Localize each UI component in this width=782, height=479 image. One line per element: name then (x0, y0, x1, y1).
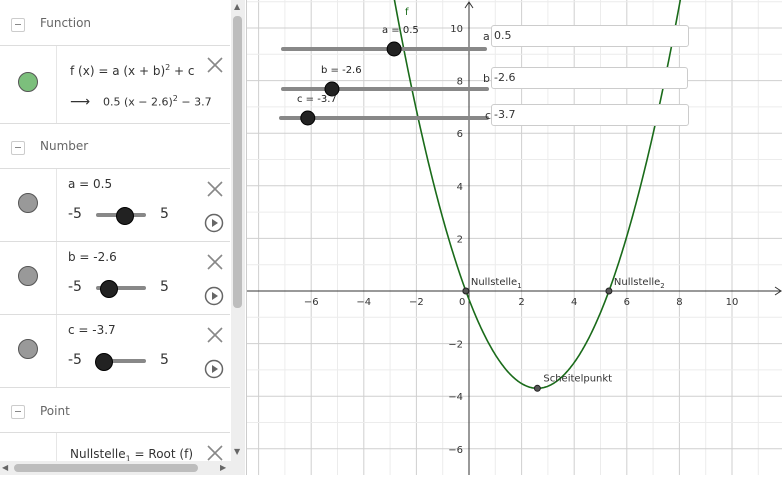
slider-knob[interactable] (115, 207, 134, 225)
point-label: Nullstelle2 (614, 277, 665, 290)
function-item[interactable]: f (x) = a (x + b)2 + c ⟶ 0.5 (x − 2.6)2 … (0, 46, 230, 124)
slider-knob[interactable] (94, 353, 113, 371)
collapse-toggle[interactable] (11, 18, 25, 32)
x-tick-label: −6 (304, 297, 319, 308)
input-box-a[interactable]: 0.5 (491, 25, 689, 47)
slider-track[interactable] (96, 207, 146, 225)
divider (56, 169, 57, 241)
y-tick-label: 8 (457, 77, 463, 88)
x-tick-label: −2 (409, 297, 424, 308)
number-item-c[interactable]: c = -3.7 -5 5 (0, 315, 230, 388)
x-tick-label: 8 (676, 297, 682, 308)
point-marker (533, 384, 541, 392)
x-tick-label: 6 (624, 297, 630, 308)
y-tick-label: −2 (448, 340, 463, 351)
y-tick-label: −4 (448, 392, 463, 403)
divider (56, 46, 57, 123)
slider-max: 5 (160, 352, 169, 368)
input-box-b[interactable]: -2.6 (491, 67, 688, 89)
delete-icon[interactable] (206, 444, 224, 462)
x-tick-label: 10 (726, 297, 739, 308)
group-header-number[interactable]: Number (0, 124, 230, 169)
slider-knob[interactable] (100, 280, 118, 298)
group-header-point[interactable]: Point (0, 388, 230, 433)
x-tick-label: 0 (459, 297, 465, 308)
play-icon[interactable] (204, 213, 224, 233)
y-tick-label: 10 (450, 24, 463, 35)
slider-min: -5 (68, 206, 82, 222)
y-tick-label: 2 (457, 234, 463, 245)
graphics-view[interactable]: −6 −4 −2 0 2 4 6 8 10 10 8 6 4 2 −2 −4 −6 f Nullstelle1 N… (246, 0, 782, 475)
slider-label-c: c = -3.7 (297, 94, 337, 105)
slider-max: 5 (160, 279, 169, 295)
number-label[interactable]: c = -3.7 (68, 323, 116, 337)
point-marker (462, 287, 470, 295)
slider-knob-c[interactable] (300, 110, 316, 126)
x-tick-label: 2 (518, 297, 524, 308)
vertical-scrollbar[interactable]: ▲ ▼ (231, 0, 245, 461)
visibility-toggle-a[interactable] (18, 193, 38, 213)
y-tick-label: −6 (448, 445, 463, 456)
visibility-toggle-b[interactable] (18, 266, 38, 286)
delete-icon[interactable] (206, 180, 224, 198)
slider-knob-a[interactable] (386, 41, 402, 57)
function-graph-f (393, 0, 682, 390)
scroll-up-icon[interactable]: ▲ (234, 2, 240, 11)
slider-label-a: a = 0.5 (382, 25, 419, 36)
y-tick-label: 4 (457, 182, 463, 193)
scroll-right-icon[interactable]: ▶ (220, 463, 226, 472)
visibility-toggle-c[interactable] (18, 339, 38, 359)
scroll-left-icon[interactable]: ◀ (2, 463, 8, 472)
delete-icon[interactable] (206, 326, 224, 344)
delete-icon[interactable] (206, 56, 224, 74)
group-title: Function (40, 16, 92, 30)
point-marker (605, 287, 613, 295)
slider-label-b: b = -2.6 (321, 65, 362, 76)
slider-max: 5 (160, 206, 169, 222)
function-result: 0.5 (x − 2.6)2 − 3.7 (103, 94, 212, 109)
visibility-toggle-f[interactable] (18, 72, 38, 92)
input-label-a: a (483, 30, 490, 43)
scroll-down-icon[interactable]: ▼ (234, 447, 240, 456)
input-box-c[interactable]: -3.7 (491, 104, 689, 126)
group-title: Number (40, 139, 89, 153)
slider-track[interactable] (94, 353, 146, 371)
scrollbar-thumb[interactable] (14, 464, 198, 472)
scrollbar-thumb[interactable] (233, 16, 242, 308)
algebra-view: Function f (x) = a (x + b)2 + c ⟶ 0.5 (x… (0, 0, 245, 475)
play-icon[interactable] (204, 359, 224, 379)
collapse-toggle[interactable] (11, 141, 25, 155)
x-tick-label: −4 (356, 297, 371, 308)
number-item-b[interactable]: b = -2.6 -5 5 (0, 242, 230, 315)
number-item-a[interactable]: a = 0.5 -5 5 (0, 169, 230, 242)
slider-min: -5 (68, 279, 82, 295)
function-definition[interactable]: f (x) = a (x + b)2 + c (70, 63, 195, 78)
group-header-function[interactable]: Function (0, 0, 230, 46)
y-tick-label: 6 (457, 129, 463, 140)
number-label[interactable]: a = 0.5 (68, 177, 112, 191)
collapse-toggle[interactable] (11, 405, 25, 419)
number-label[interactable]: b = -2.6 (68, 250, 117, 264)
output-arrow-icon: ⟶ (70, 94, 91, 110)
function-label: f (405, 7, 409, 18)
point-label: Scheitelpunkt (543, 373, 612, 384)
horizontal-scrollbar[interactable]: ◀ ▶ (0, 461, 245, 475)
x-tick-label: 4 (571, 297, 577, 308)
input-label-b: b (483, 72, 490, 85)
divider (56, 315, 57, 387)
point-label: Nullstelle1 (471, 277, 522, 290)
delete-icon[interactable] (206, 253, 224, 271)
slider-track[interactable] (96, 280, 146, 298)
slider-min: -5 (68, 352, 82, 368)
group-title: Point (40, 404, 70, 418)
divider (56, 242, 57, 314)
play-icon[interactable] (204, 286, 224, 306)
